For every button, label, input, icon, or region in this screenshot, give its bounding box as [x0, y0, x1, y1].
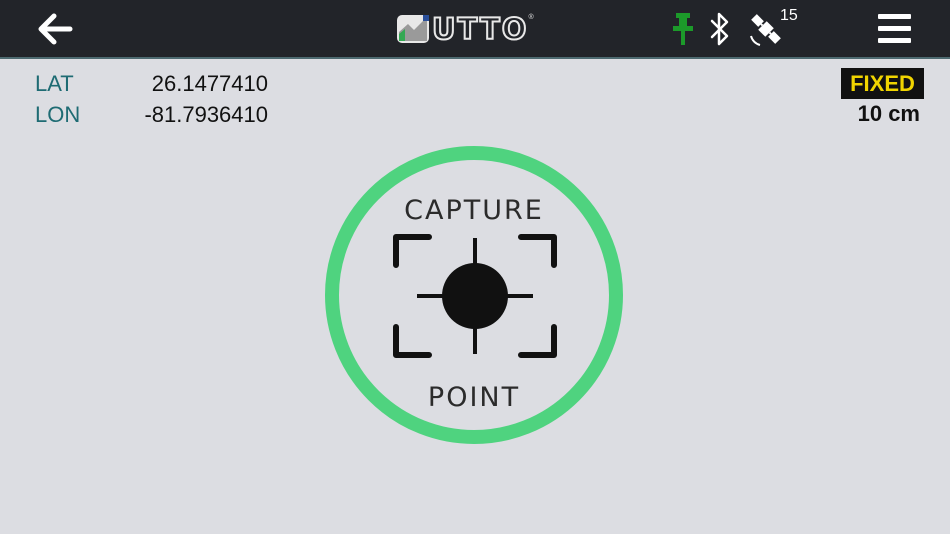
bluetooth-icon[interactable]: [706, 9, 734, 49]
latitude-value: 26.1477410: [151, 71, 268, 96]
logo-registered-mark: ®: [528, 14, 534, 21]
arrow-left-icon: [38, 13, 73, 45]
longitude-value: -81.7936410: [144, 102, 268, 127]
accuracy-value: 10 cm: [857, 101, 920, 126]
hamburger-menu-icon: [878, 14, 911, 19]
back-button[interactable]: [30, 8, 80, 50]
crosshair-icon: [393, 234, 557, 358]
pin-icon[interactable]: [670, 10, 696, 48]
fix-status-badge: FIXED: [841, 68, 924, 99]
satellite-count: 15: [780, 7, 798, 24]
latitude-label: LAT: [35, 71, 74, 96]
logo-text: UTTO: [431, 11, 529, 47]
capture-label: CAPTURE: [404, 195, 544, 226]
app-logo: UTTO ®: [396, 11, 534, 47]
top-bar: UTTO ® 15: [0, 0, 950, 59]
longitude-label: LON: [35, 102, 81, 127]
capture-point-button[interactable]: CAPTURE POINT: [325, 146, 623, 444]
menu-button[interactable]: [870, 10, 918, 48]
logo-mark-icon: [397, 15, 429, 43]
point-label: POINT: [427, 382, 521, 413]
